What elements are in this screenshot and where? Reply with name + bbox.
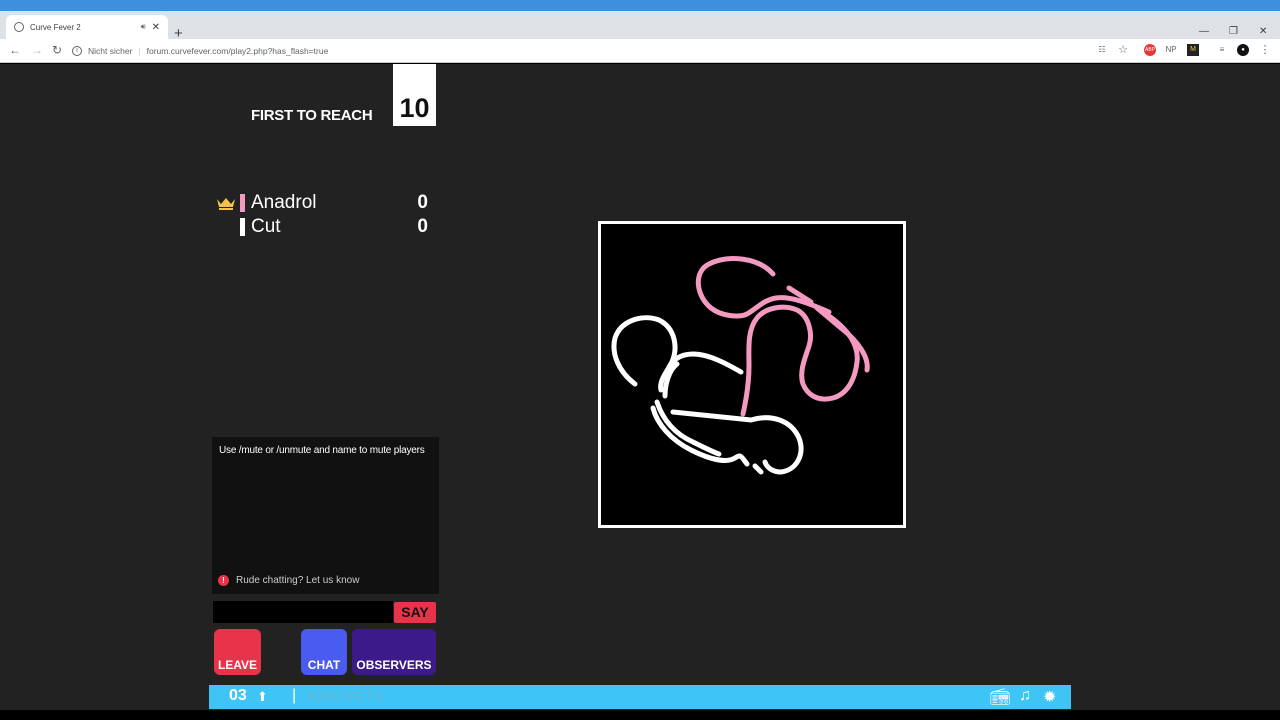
browser-tabstrip: Curve Fever 2 🔊︎ ✕ + — ❐ ✕ <box>0 11 1280 42</box>
report-text[interactable]: Rude chatting? Let us know <box>236 575 359 586</box>
url-text[interactable]: forum.curvefever.com/play2.php?has_flash… <box>147 46 329 56</box>
alert-icon: ! <box>218 575 229 586</box>
menu-icon[interactable]: ⋮ <box>1259 44 1271 56</box>
leave-button[interactable]: LEAVE <box>214 629 261 675</box>
divider: | <box>292 687 297 704</box>
player-name: Anadrol <box>251 192 317 213</box>
chat-panel[interactable]: Use /mute or /unmute and name to mute pl… <box>212 437 439 594</box>
info-icon[interactable]: i <box>72 46 82 56</box>
scoreboard-row: Cut 0 <box>216 216 436 238</box>
radio-icon[interactable]: 📻︎ <box>990 687 1010 707</box>
restore-icon[interactable]: ❐ <box>1229 26 1238 37</box>
security-label: Nicht sicher <box>88 46 133 56</box>
adblock-icon[interactable]: ABP <box>1144 44 1156 56</box>
player-name: Cut <box>251 216 281 237</box>
divider: | <box>138 46 141 56</box>
window-accent-bar <box>0 0 1280 11</box>
target-score-box: 10 <box>393 64 436 126</box>
chat-button[interactable]: CHAT <box>301 629 347 675</box>
speaker-icon[interactable]: 🔊︎ <box>141 22 146 32</box>
first-to-reach-label: FIRST TO REACH <box>251 107 373 124</box>
reload-icon[interactable]: ↻ <box>52 43 62 57</box>
footer-bar: 03 ⬆ | KIROVETS 📻︎ ♫ ✹ <box>209 685 1071 709</box>
scoreboard-row: Anadrol 0 <box>216 192 436 214</box>
tab-title: Curve Fever 2 <box>30 22 81 32</box>
browser-tab[interactable]: Curve Fever 2 🔊︎ ✕ <box>6 15 168 39</box>
browser-toolbar: ← → ↻ i Nicht sicher | forum.curvefever.… <box>0 39 1280 63</box>
player-color-bar <box>240 218 245 236</box>
game-page: FIRST TO REACH 10 Anadrol 0 Cut 0 Use /m… <box>0 64 1280 710</box>
bottom-strip <box>0 710 1280 720</box>
extension-icon[interactable]: M <box>1187 44 1199 56</box>
translate-icon[interactable]: ☷ <box>1096 44 1108 56</box>
crown-icon <box>216 196 236 210</box>
back-icon[interactable]: ← <box>9 43 21 57</box>
observers-button[interactable]: OBSERVERS <box>352 629 436 675</box>
target-score-value: 10 <box>399 93 430 123</box>
chat-input[interactable] <box>213 601 393 623</box>
address-bar[interactable]: i Nicht sicher | forum.curvefever.com/pl… <box>72 41 1072 61</box>
player-score: 0 <box>417 216 428 237</box>
crown-placeholder <box>216 220 236 234</box>
say-button[interactable]: SAY <box>394 602 436 623</box>
report-link[interactable]: ! Rude chatting? Let us know <box>218 575 359 586</box>
sound-effects-icon[interactable]: ✹ <box>1043 687 1056 707</box>
media-queue-icon[interactable]: ≡ <box>1216 44 1228 56</box>
globe-icon <box>14 22 24 32</box>
pink-trail <box>740 304 860 417</box>
game-arena[interactable] <box>598 221 906 528</box>
profile-avatar-icon[interactable]: ● <box>1237 44 1249 56</box>
player-score: 0 <box>417 192 428 213</box>
pink-trail <box>695 256 832 319</box>
player-level: 03 <box>229 687 247 704</box>
music-icon[interactable]: ♫ <box>1019 687 1031 705</box>
username[interactable]: KIROVETS <box>307 688 384 705</box>
arena-canvas <box>611 256 870 475</box>
player-color-bar <box>240 194 245 212</box>
level-up-icon: ⬆ <box>257 689 268 704</box>
close-tab-icon[interactable]: ✕ <box>152 22 160 33</box>
minimize-icon[interactable]: — <box>1199 26 1209 37</box>
bookmark-star-icon[interactable]: ☆ <box>1117 44 1129 56</box>
close-window-icon[interactable]: ✕ <box>1259 26 1267 37</box>
forward-icon[interactable]: → <box>31 43 43 57</box>
white-trail <box>752 463 764 475</box>
np-extension-icon[interactable]: NP <box>1165 44 1177 56</box>
chat-system-message: Use /mute or /unmute and name to mute pl… <box>219 445 425 456</box>
